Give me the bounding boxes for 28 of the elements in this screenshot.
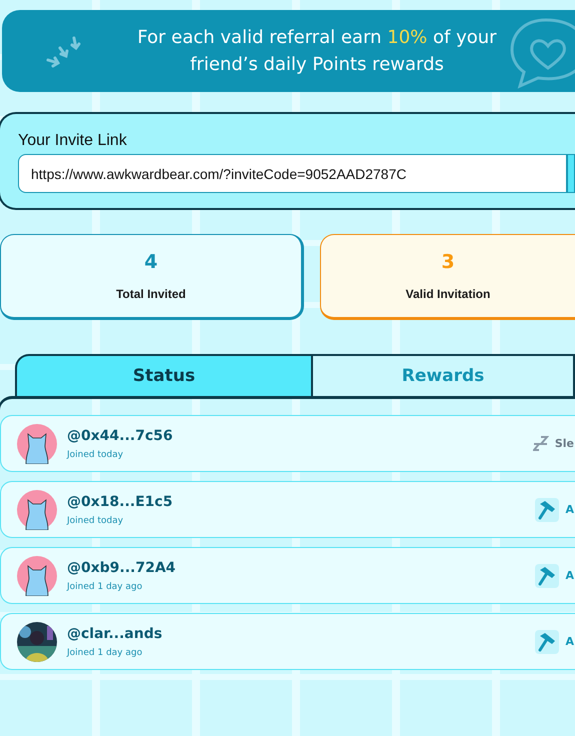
tab[interactable]: Status <box>15 354 313 396</box>
pickaxe-icon <box>535 498 560 522</box>
referral-handle: @0x44...7c56 <box>67 428 174 444</box>
stat-value: 4 <box>144 251 158 273</box>
joined-date: Joined today <box>67 516 124 526</box>
pickaxe-icon <box>535 630 560 654</box>
cat-avatar-icon <box>17 556 57 596</box>
invite-link-field[interactable]: https://www.awkwardbear.com/?inviteCode=9052AAD2787C <box>18 154 567 193</box>
stat-label: Total Invited <box>116 287 186 301</box>
cat-avatar-icon <box>17 490 57 530</box>
status-label: A <box>565 635 574 648</box>
status-label: Sle <box>554 437 574 450</box>
referral-reward-text: For each valid referral earn 10% of your friend’s daily Points rewards <box>136 26 498 77</box>
stat-label: Valid Invitation <box>406 287 490 301</box>
invite-link-label: Your Invite Link <box>18 132 128 150</box>
status-label: A <box>565 503 574 516</box>
stat-value: 3 <box>441 251 455 273</box>
joined-date: Joined today <box>67 450 124 460</box>
referral-handle: @clar...ands <box>67 626 164 642</box>
referral-handle: @0x18...E1c5 <box>67 494 174 510</box>
sleep-icon <box>532 436 549 451</box>
copy-button[interactable] <box>567 154 575 193</box>
joined-date: Joined 1 day ago <box>67 582 144 592</box>
cat-avatar-icon <box>17 424 57 464</box>
joined-date: Joined 1 day ago <box>67 648 144 658</box>
referral-handle: @0xb9...72A4 <box>67 560 177 576</box>
status-label: A <box>565 569 574 582</box>
pickaxe-icon <box>535 564 560 588</box>
